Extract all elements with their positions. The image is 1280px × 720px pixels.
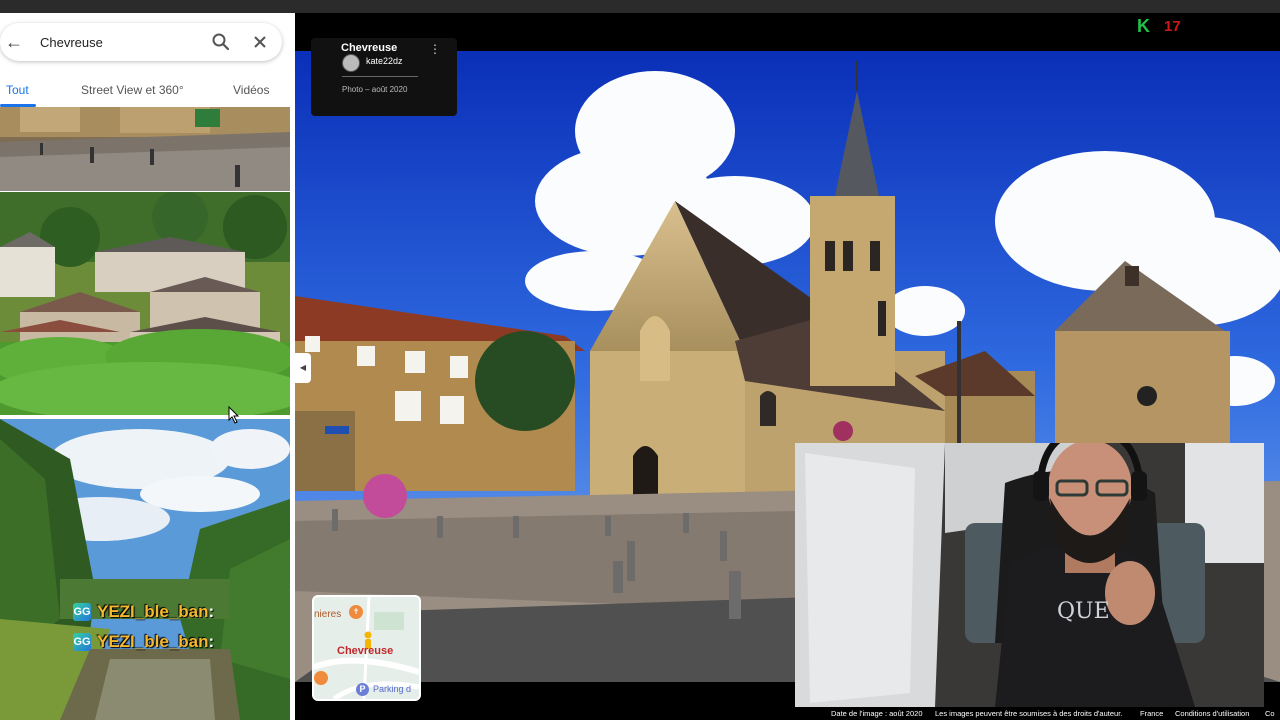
photo-thumbnail-image xyxy=(0,107,290,191)
map-label: nieres xyxy=(314,609,342,620)
map-label: Chevreuse xyxy=(337,645,394,657)
photo-thumbnail-image xyxy=(0,419,290,720)
mini-map[interactable]: nieres ✝ Chevreuse P Parking d xyxy=(312,595,421,701)
svg-text:QUE: QUE xyxy=(1057,599,1110,624)
stream-counter: 17 xyxy=(1164,18,1181,35)
photos-side-panel: ← Tout Street View et 360° Vidéos xyxy=(0,13,295,720)
avatar[interactable] xyxy=(342,54,360,72)
photo-place-title[interactable]: Chevreuse xyxy=(341,42,397,54)
map-footer: Date de l'image : août 2020 Les images p… xyxy=(825,709,1280,720)
restaurant-icon[interactable] xyxy=(314,671,328,685)
chat-message: GG YEZI_ble_ban : xyxy=(73,632,214,652)
tab-all[interactable]: Tout xyxy=(6,83,29,97)
copyright-notice: Les images peuvent être soumises à des d… xyxy=(935,709,1123,718)
search-input[interactable] xyxy=(40,32,200,52)
search-box: ← xyxy=(0,23,282,61)
collapse-panel-button[interactable]: ◀ xyxy=(295,353,311,383)
search-icon[interactable] xyxy=(211,32,231,52)
browser-bookmarks-bar xyxy=(0,0,1280,13)
photo-filter-tabs: Tout Street View et 360° Vidéos xyxy=(0,75,295,107)
arrow-left-icon[interactable]: ← xyxy=(4,32,24,52)
chat-badge: GG xyxy=(73,633,91,651)
stream-logo: K xyxy=(1137,16,1150,36)
image-date: Date de l'image : août 2020 xyxy=(831,709,923,718)
parking-icon[interactable]: P xyxy=(356,683,369,696)
chat-separator: : xyxy=(208,632,215,651)
mouse-cursor-icon xyxy=(228,406,240,424)
close-icon[interactable] xyxy=(250,32,270,52)
tab-street-view[interactable]: Street View et 360° xyxy=(81,83,184,97)
divider xyxy=(342,76,418,77)
webcam-feed: QUE xyxy=(795,443,1264,707)
chat-username: YEZI_ble_ban xyxy=(97,632,209,651)
photo-thumbnail[interactable]: GG YEZI_ble_ban : GG YEZI_ble_ban : xyxy=(0,419,290,720)
terms-link[interactable]: Conditions d'utilisation xyxy=(1175,709,1249,718)
chat-badge: GG xyxy=(73,603,91,621)
chat-username: YEZI_ble_ban xyxy=(97,602,209,621)
country-link[interactable]: France xyxy=(1140,709,1163,718)
photo-thumbnail[interactable] xyxy=(0,192,290,415)
photo-thumbnail-image xyxy=(0,192,290,415)
map-label: Parking d xyxy=(373,684,412,694)
footer-link[interactable]: Co xyxy=(1265,709,1275,718)
webcam-overlay: QUE xyxy=(795,443,1264,707)
tab-videos[interactable]: Vidéos xyxy=(233,83,269,97)
chat-separator: : xyxy=(208,602,215,621)
chat-message: GG YEZI_ble_ban : xyxy=(73,602,214,622)
photo-date: Photo – août 2020 xyxy=(342,85,408,94)
photo-author[interactable]: kate22dz xyxy=(366,56,403,66)
photo-thumbnail[interactable] xyxy=(0,107,290,191)
photo-info-card: Chevreuse ⋮ kate22dz Photo – août 2020 xyxy=(311,38,457,116)
more-vert-icon[interactable]: ⋮ xyxy=(429,42,441,56)
restaurant-icon[interactable]: ✝ xyxy=(349,605,363,619)
